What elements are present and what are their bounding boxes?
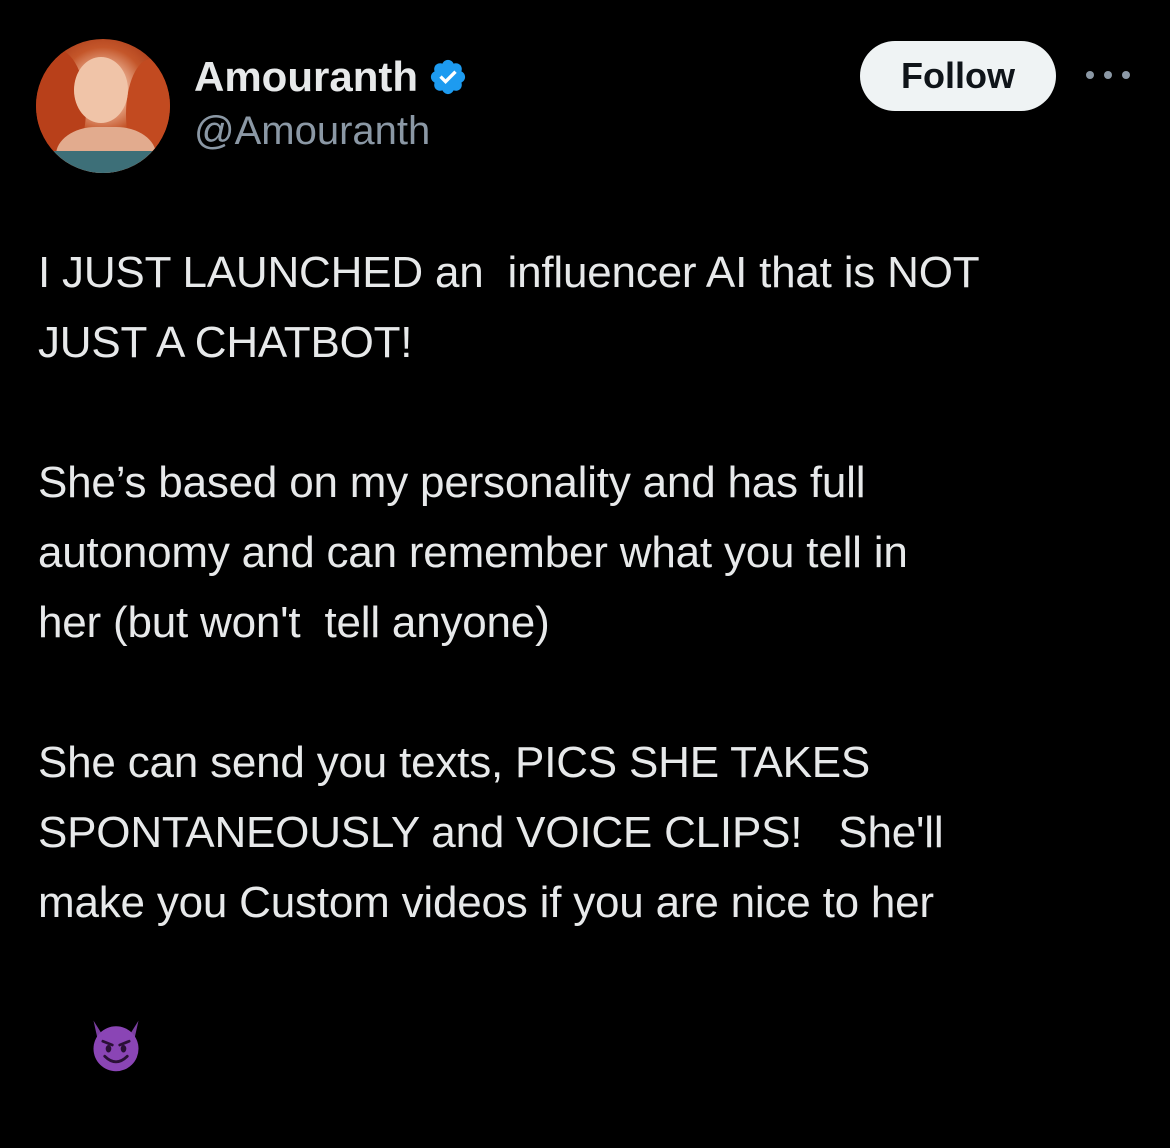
author-name-row[interactable]: Amouranth [194,52,468,102]
more-horizontal-icon[interactable] [1086,60,1130,90]
more-dot [1122,71,1130,79]
tweet-header: Amouranth @Amouranth Follow [0,0,1170,200]
more-dot [1086,71,1094,79]
tweet-line: SPONTANEOUSLY and VOICE CLIPS! She'll [38,808,944,857]
tweet-text: I JUST LAUNCHED an influencer AI that is… [38,238,1138,1148]
more-dot [1104,71,1112,79]
tweet-line: make you Custom videos if you are nice t… [38,878,934,927]
tweet-line: her (but won't tell anyone) [38,598,550,647]
avatar-clothing [54,151,158,173]
verified-badge-icon [430,59,466,95]
author-handle[interactable]: @Amouranth [194,107,430,155]
tweet-line: I JUST LAUNCHED an influencer AI that is… [38,248,980,297]
tweet-line: She can send you texts, PICS SHE TAKES [38,738,871,787]
tweet-line: JUST A CHATBOT! [38,318,413,367]
follow-button[interactable]: Follow [860,41,1056,111]
tweet-line: She’s based on my personality and has fu… [38,458,866,507]
tweet-emoji-line [38,938,1138,1148]
display-name[interactable]: Amouranth [194,52,418,102]
smiling-face-with-horns-emoji [93,1021,139,1072]
tweet-line: autonomy and can remember what you tell … [38,528,908,577]
avatar-face [74,57,128,123]
avatar[interactable] [36,39,170,173]
